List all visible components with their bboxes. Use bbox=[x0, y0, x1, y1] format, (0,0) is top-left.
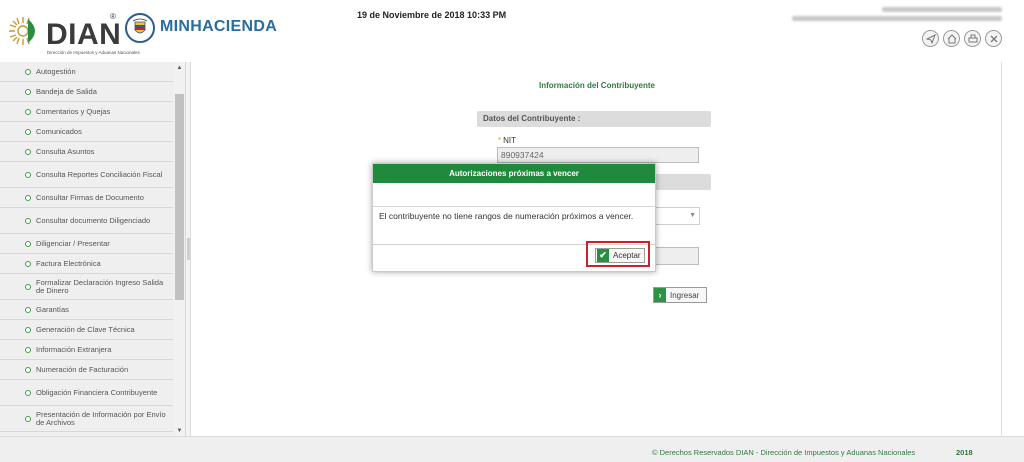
dialog-divider bbox=[373, 206, 655, 207]
ingresar-button[interactable]: › Ingresar bbox=[653, 287, 707, 303]
header-toolbar bbox=[922, 30, 1002, 48]
section-header: Datos del Contribuyente : bbox=[477, 111, 711, 127]
sidebar-item-label: Comentarios y Quejas bbox=[36, 106, 111, 116]
sidebar-item-label: Diligenciar / Presentar bbox=[36, 238, 110, 248]
panel-splitter[interactable] bbox=[186, 62, 191, 436]
chevron-down-icon[interactable]: ▼ bbox=[689, 212, 696, 219]
arrow-right-icon: › bbox=[654, 288, 666, 302]
copyright-year: 2018 bbox=[956, 448, 973, 457]
sidebar-item[interactable]: Numeración de Facturación bbox=[0, 360, 173, 380]
user-info-redacted bbox=[792, 7, 1002, 27]
bullet-icon bbox=[25, 217, 31, 224]
page-title: Información del Contribuyente bbox=[539, 81, 656, 90]
sidebar-menu: Autogestión Bandeja de Salida Comentarios … bbox=[0, 62, 173, 432]
bullet-icon bbox=[25, 415, 31, 422]
brand-subtitle: Dirección de Impuestos y Aduanas Naciona… bbox=[47, 50, 140, 55]
accept-label: Aceptar bbox=[613, 251, 641, 260]
bullet-icon bbox=[25, 389, 31, 396]
sidebar-item-label: Numeración de Facturación bbox=[36, 364, 129, 374]
bullet-icon bbox=[25, 108, 31, 115]
bullet-icon bbox=[25, 346, 31, 353]
close-icon[interactable] bbox=[985, 30, 1002, 47]
nit-field[interactable]: 890937424 bbox=[497, 147, 699, 163]
sidebar-item-label: Consultar documento Diligenciado bbox=[36, 215, 151, 225]
print-icon[interactable] bbox=[964, 30, 981, 47]
sidebar-item[interactable]: Información Extranjera bbox=[0, 340, 173, 360]
type-select[interactable]: ▼ bbox=[655, 207, 700, 225]
sidebar-item-label: Información Extranjera bbox=[36, 344, 112, 354]
dialog-message: El contribuyente no tiene rangos de nume… bbox=[379, 211, 634, 221]
session-datetime: 19 de Noviembre de 2018 10:33 PM bbox=[357, 10, 507, 20]
brand-name: DIAN bbox=[46, 18, 122, 51]
send-icon[interactable] bbox=[922, 30, 939, 47]
bullet-icon bbox=[25, 260, 31, 267]
sidebar-item[interactable]: Obligación Financiera Contribuyente bbox=[0, 380, 173, 406]
sidebar-item-label: Formalizar Declaración Ingreso Salida de… bbox=[36, 277, 164, 295]
sidebar-item[interactable]: Autogestión bbox=[0, 62, 173, 82]
sidebar-item-label: Comunicados bbox=[36, 126, 82, 136]
sidebar-item-label: Bandeja de Salida bbox=[36, 86, 97, 96]
sidebar-item-label: Consulta Reportes Conciliación Fiscal bbox=[36, 169, 163, 179]
section-header-secondary bbox=[655, 174, 711, 190]
sidebar-item[interactable]: Diligenciar / Presentar bbox=[0, 234, 173, 254]
dialog-title: Autorizaciones próximas a vencer bbox=[373, 164, 655, 183]
sidebar-scrollbar[interactable]: ▲ ▼ bbox=[174, 62, 185, 436]
scroll-down-icon[interactable]: ▼ bbox=[175, 427, 184, 436]
bullet-icon bbox=[25, 194, 31, 201]
sidebar-item[interactable]: Formalizar Declaración Ingreso Salida de… bbox=[0, 274, 173, 300]
sidebar-item[interactable]: Consulta Asuntos bbox=[0, 142, 173, 162]
sidebar-item[interactable]: Presentación de Información por Envío de… bbox=[0, 406, 173, 432]
sidebar-item[interactable]: Consulta Reportes Conciliación Fiscal bbox=[0, 162, 173, 188]
registered-mark: ® bbox=[110, 12, 116, 21]
checkmark-icon: ✔ bbox=[597, 249, 609, 262]
bullet-icon bbox=[25, 128, 31, 135]
dian-logo[interactable]: DIAN Dirección de Impuestos y Aduanas Na… bbox=[6, 10, 140, 55]
sidebar: Autogestión Bandeja de Salida Comentarios … bbox=[0, 62, 186, 436]
secondary-field[interactable] bbox=[655, 247, 699, 265]
scroll-thumb[interactable] bbox=[175, 94, 184, 300]
splitter-grip[interactable] bbox=[187, 238, 190, 260]
expiring-authorizations-dialog: Autorizaciones próximas a vencer El cont… bbox=[372, 163, 656, 272]
nit-label-text: NIT bbox=[503, 136, 517, 145]
sidebar-item[interactable]: Comunicados bbox=[0, 122, 173, 142]
bullet-icon bbox=[25, 283, 31, 290]
nit-label: * NIT bbox=[498, 136, 516, 145]
sidebar-item[interactable]: Bandeja de Salida bbox=[0, 82, 173, 102]
sidebar-item[interactable]: Comentarios y Quejas bbox=[0, 102, 173, 122]
sidebar-item-label: Consulta Asuntos bbox=[36, 146, 95, 156]
accept-button[interactable]: ✔ Aceptar bbox=[595, 248, 645, 263]
page: DIAN Dirección de Impuestos y Aduanas Na… bbox=[0, 0, 1024, 462]
bullet-icon bbox=[25, 240, 31, 247]
sidebar-item[interactable]: Generación de Clave Técnica bbox=[0, 320, 173, 340]
sidebar-item-label: Generación de Clave Técnica bbox=[36, 324, 135, 334]
shield-icon bbox=[132, 18, 148, 34]
home-icon[interactable] bbox=[943, 30, 960, 47]
bullet-icon bbox=[25, 148, 31, 155]
scroll-up-icon[interactable]: ▲ bbox=[175, 64, 184, 73]
bullet-icon bbox=[25, 171, 31, 178]
copyright-text: © Derechos Reservados DIAN - Dirección d… bbox=[652, 448, 916, 457]
sidebar-item-label: Consultar Firmas de Documento bbox=[36, 192, 144, 202]
footer: © Derechos Reservados DIAN - Dirección d… bbox=[0, 436, 1024, 462]
required-mark: * bbox=[498, 136, 502, 145]
ministry-name: MINHACIENDA bbox=[160, 18, 278, 35]
sidebar-item-label: Autogestión bbox=[36, 66, 76, 76]
bullet-icon bbox=[25, 88, 31, 95]
sidebar-item[interactable]: Consultar Firmas de Documento bbox=[0, 188, 173, 208]
sun-emblem-icon bbox=[9, 17, 40, 45]
ingresar-label: Ingresar bbox=[670, 290, 700, 300]
sidebar-item[interactable]: Garantías bbox=[0, 300, 173, 320]
sidebar-item[interactable]: Factura Electrónica bbox=[0, 254, 173, 274]
sidebar-item-label: Presentación de Información por Envío de… bbox=[36, 409, 166, 427]
sidebar-item-label: Obligación Financiera Contribuyente bbox=[36, 387, 158, 397]
bullet-icon bbox=[25, 366, 31, 373]
sidebar-item-label: Garantías bbox=[36, 304, 69, 314]
bullet-icon bbox=[25, 326, 31, 333]
coat-of-arms-icon bbox=[125, 13, 155, 43]
bullet-icon bbox=[25, 68, 31, 75]
bullet-icon bbox=[25, 306, 31, 313]
sidebar-item[interactable]: Consultar documento Diligenciado bbox=[0, 208, 173, 234]
header: DIAN Dirección de Impuestos y Aduanas Na… bbox=[0, 0, 1024, 60]
sidebar-item-label: Factura Electrónica bbox=[36, 258, 101, 268]
